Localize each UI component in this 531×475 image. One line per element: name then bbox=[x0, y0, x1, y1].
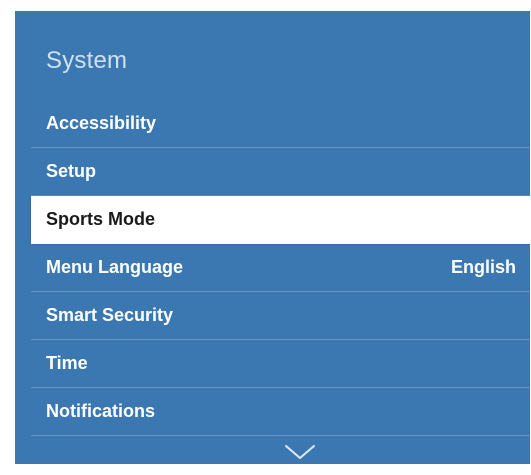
menu-item-notifications[interactable]: Notifications bbox=[31, 388, 530, 436]
system-menu-panel: System Accessibility Setup Sports Mode M… bbox=[15, 11, 530, 464]
menu-item-time[interactable]: Time bbox=[31, 340, 530, 388]
menu-item-label: Setup bbox=[46, 161, 97, 181]
chevron-down-icon[interactable] bbox=[284, 443, 316, 461]
menu-item-value: English bbox=[450, 257, 516, 277]
menu-item-label: Notifications bbox=[46, 401, 156, 421]
menu-item-label: Accessibility bbox=[46, 113, 157, 133]
menu-item-menu-language[interactable]: Menu Language English bbox=[31, 244, 530, 292]
menu-item-setup[interactable]: Setup bbox=[31, 148, 530, 196]
menu-item-sports-mode[interactable]: Sports Mode bbox=[31, 196, 530, 244]
menu-item-label: Smart Security bbox=[46, 305, 174, 325]
menu-item-smart-security[interactable]: Smart Security bbox=[31, 292, 530, 340]
menu-item-label: Time bbox=[46, 353, 88, 373]
menu-list: Accessibility Setup Sports Mode Menu Lan… bbox=[31, 100, 530, 436]
menu-item-label: Menu Language bbox=[46, 257, 184, 277]
menu-item-label: Sports Mode bbox=[46, 209, 156, 229]
panel-title: System bbox=[46, 47, 128, 74]
menu-item-accessibility[interactable]: Accessibility bbox=[31, 100, 530, 148]
